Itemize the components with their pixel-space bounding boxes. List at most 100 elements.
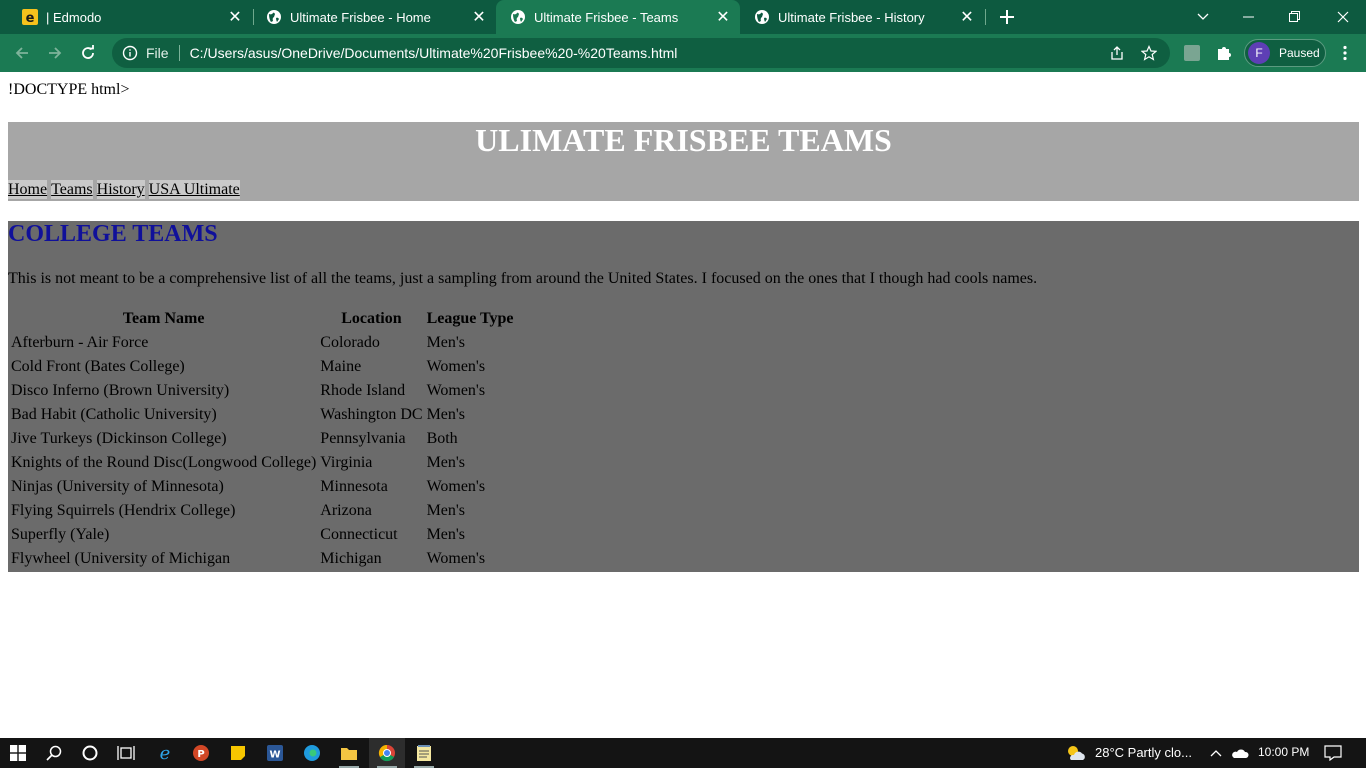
nav-link-history[interactable]: History <box>96 180 145 199</box>
arrow-left-icon <box>15 47 28 59</box>
taskbar-app-file-explorer[interactable] <box>331 738 367 768</box>
league-type-cell: Men's <box>426 334 465 351</box>
sticky-notes-icon <box>231 746 245 760</box>
taskbar-app-internet-explorer[interactable]: e <box>147 738 183 768</box>
notifications-button[interactable] <box>1321 741 1345 765</box>
page-title: ULIMATE FRISBEE TEAMS <box>475 122 892 158</box>
close-icon[interactable]: ✕ <box>958 8 976 26</box>
tray-overflow-button[interactable] <box>1204 741 1228 765</box>
tab-teams[interactable]: Ultimate Frisbee - Teams ✕ <box>496 0 740 34</box>
globe-icon <box>754 9 770 25</box>
edmodo-icon: e <box>22 9 38 25</box>
league-type-cell: Women's <box>426 358 486 375</box>
new-tab-button[interactable] <box>996 6 1018 28</box>
page-header: ULIMATE FRISBEE TEAMS Home Teams History… <box>8 122 1359 201</box>
league-type-cell: Men's <box>426 454 465 471</box>
browser-toolbar: File C:/Users/asus/OneDrive/Documents/Ul… <box>0 34 1366 72</box>
sync-status: Paused <box>1279 46 1320 60</box>
tab-divider <box>985 9 986 25</box>
table-header-row: Team Name Location League Type <box>10 308 515 330</box>
column-header: League Type <box>426 310 514 327</box>
column-header: Team Name <box>122 310 205 327</box>
extension-button[interactable] <box>1180 41 1204 65</box>
nav-link-home[interactable]: Home <box>8 180 48 199</box>
plus-icon <box>1000 10 1014 24</box>
taskbar-app-edge[interactable] <box>294 738 330 768</box>
weather-text[interactable]: 28°C Partly clo... <box>1095 745 1192 760</box>
internet-explorer-icon: e <box>160 743 171 763</box>
taskbar-app-sticky-notes[interactable] <box>220 738 256 768</box>
close-icon[interactable]: ✕ <box>714 8 732 26</box>
nav-link-teams[interactable]: Teams <box>51 180 93 199</box>
tab-search-button[interactable] <box>1180 0 1226 34</box>
team-name-cell: Cold Front (Bates College) <box>11 358 185 375</box>
search-button[interactable] <box>42 741 66 765</box>
task-view-button[interactable] <box>114 741 138 765</box>
close-icon[interactable]: ✕ <box>470 8 488 26</box>
location-cell: Arizona <box>320 502 372 519</box>
table-body: Afterburn - Air Force Colorado Men's Cold F… <box>10 332 515 570</box>
cortana-button[interactable] <box>78 741 102 765</box>
reload-button[interactable] <box>76 41 100 65</box>
taskbar-app-chrome[interactable] <box>369 738 405 768</box>
share-icon[interactable] <box>1106 42 1128 64</box>
tab-title: Ultimate Frisbee - Home <box>290 9 431 25</box>
clock-time[interactable]: 10:00 PM <box>1258 745 1309 759</box>
team-name-cell: Ninjas (University of Minnesota) <box>11 478 224 495</box>
windows-logo-icon <box>10 745 26 761</box>
location-cell: Connecticut <box>320 526 398 543</box>
teams-section: COLLEGE TEAMS This is not meant to be a … <box>8 221 1359 572</box>
table-row: Disco Inferno (Brown University) Rhode Is… <box>10 380 515 402</box>
table-row: Bad Habit (Catholic University) Washingto… <box>10 404 515 426</box>
team-name-cell: Disco Inferno (Brown University) <box>11 382 230 399</box>
powerpoint-icon: P <box>193 745 209 761</box>
edge-icon <box>304 745 320 761</box>
onedrive-button[interactable] <box>1228 741 1252 765</box>
back-button[interactable] <box>10 41 34 65</box>
location-cell: Virginia <box>320 454 373 471</box>
column-header: Location <box>341 310 402 327</box>
league-type-cell: Women's <box>426 382 486 399</box>
browser-menu-button[interactable] <box>1333 41 1357 65</box>
start-button[interactable] <box>6 741 30 765</box>
kebab-menu-icon <box>1343 45 1347 61</box>
url-text[interactable]: C:/Users/asus/OneDrive/Documents/Ultimat… <box>190 45 1106 61</box>
table-row: Flywheel (University of Michigan Michigan… <box>10 548 515 570</box>
location-cell: Maine <box>320 358 362 375</box>
nav-bar: Home Teams History USA Ultimate <box>8 180 244 199</box>
weather-widget[interactable] <box>1063 741 1089 765</box>
globe-icon <box>266 9 282 25</box>
address-bar[interactable]: File C:/Users/asus/OneDrive/Documents/Ul… <box>112 38 1170 68</box>
team-name-cell: Superfly (Yale) <box>11 526 110 543</box>
location-cell: Minnesota <box>320 478 388 495</box>
close-icon[interactable]: ✕ <box>226 8 244 26</box>
league-type-cell: Men's <box>426 502 465 519</box>
svg-text:W: W <box>269 750 280 761</box>
profile-button[interactable]: F Paused <box>1244 39 1326 67</box>
taskbar-app-word[interactable]: W <box>257 738 293 768</box>
taskbar-app-notepad[interactable] <box>406 738 442 768</box>
table-row: Cold Front (Bates College) Maine Women's <box>10 356 515 378</box>
forward-button[interactable] <box>43 41 67 65</box>
bookmark-star-icon[interactable] <box>1138 42 1160 64</box>
extensions-menu-button[interactable] <box>1212 41 1236 65</box>
tab-history[interactable]: Ultimate Frisbee - History ✕ <box>740 0 984 34</box>
teams-table: Team Name Location League Type Afterburn… <box>8 306 517 572</box>
league-type-cell: Men's <box>426 526 465 543</box>
windows-taskbar: e P W 28°C Partly clo... 10:00 PM <box>0 738 1366 768</box>
tab-edmodo[interactable]: e | Edmodo ✕ <box>8 0 252 34</box>
tab-home[interactable]: Ultimate Frisbee - Home ✕ <box>252 0 496 34</box>
info-icon[interactable] <box>122 45 138 61</box>
taskbar-app-powerpoint[interactable]: P <box>183 738 219 768</box>
cloud-icon <box>1232 749 1249 758</box>
folder-icon <box>341 748 357 760</box>
restore-button[interactable] <box>1272 0 1318 34</box>
minimize-button[interactable] <box>1226 0 1272 34</box>
close-window-button[interactable] <box>1320 0 1366 34</box>
table-row: Flying Squirrels (Hendrix College) Arizon… <box>10 500 515 522</box>
nav-link-usa-ultimate[interactable]: USA Ultimate <box>148 180 240 199</box>
word-icon: W <box>267 745 283 761</box>
chevron-down-icon <box>1197 13 1209 20</box>
notification-icon <box>1324 745 1342 761</box>
league-type-cell: Women's <box>426 478 486 495</box>
